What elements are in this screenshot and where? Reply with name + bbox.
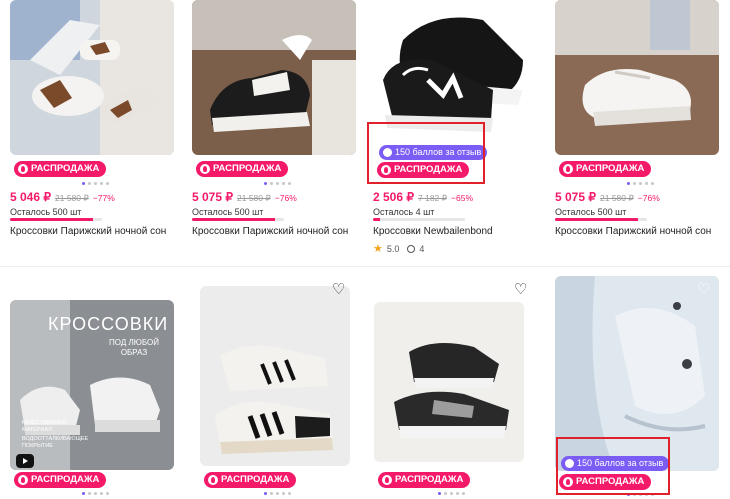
stock-bar [373, 218, 465, 221]
product-title[interactable]: Кроссовки Newbailenbond [373, 226, 493, 237]
rating-row: ★ 5.0 4 [373, 242, 424, 255]
fire-icon [18, 164, 28, 174]
sale-badge: РАСПРОДАЖА [204, 472, 297, 488]
heart-icon[interactable]: ♡ [514, 282, 527, 297]
rating-value: 5.0 [386, 243, 400, 254]
promo-feature-1: КАЧЕСТВЕННЫЙ МАТЕРИАЛ [22, 420, 68, 433]
old-price: 7 182 ₽ [418, 193, 448, 203]
price: 5 075 ₽ [192, 190, 233, 204]
fire-icon [563, 164, 573, 174]
heart-icon[interactable]: ♡ [697, 282, 710, 297]
old-price: 21 580 ₽ [237, 193, 271, 203]
highlight-box-2 [556, 437, 670, 495]
review-count: 4 [419, 243, 425, 254]
price: 2 506 ₽ [373, 190, 414, 204]
product-image-7[interactable] [374, 302, 524, 462]
fire-icon [208, 475, 218, 485]
product-title[interactable]: Кроссовки Парижский ночной сон [555, 226, 711, 237]
promo-feature-2: ВОДООТТАЛКИВАЮЩЕЕ ПОКРЫТИЕ [22, 436, 89, 449]
discount: −77% [92, 193, 115, 203]
sale-badge: РАСПРОДАЖА [378, 472, 471, 488]
sale-badge: РАСПРОДАЖА [14, 161, 107, 177]
heart-icon[interactable]: ♡ [332, 282, 345, 297]
price-row: 5 075 ₽ 21 580 ₽ −76% [192, 190, 297, 204]
discount: −76% [637, 193, 660, 203]
image-dots[interactable] [627, 182, 654, 185]
price: 5 075 ₽ [555, 190, 596, 204]
discount: −76% [274, 193, 297, 203]
highlight-box-1 [367, 122, 485, 184]
stock-text: Осталось 4 шт [373, 207, 435, 217]
image-dots[interactable] [82, 492, 109, 495]
discount: −65% [451, 193, 474, 203]
product-image-2[interactable] [192, 0, 356, 155]
product-image-6[interactable] [200, 286, 350, 466]
star-icon: ★ [373, 243, 383, 255]
stock-bar [10, 218, 102, 221]
sale-badge: РАСПРОДАЖА [196, 161, 289, 177]
fire-icon [200, 164, 210, 174]
price: 5 046 ₽ [10, 190, 51, 204]
sale-badge: РАСПРОДАЖА [14, 472, 107, 488]
stock-text: Осталось 500 шт [10, 207, 82, 217]
promo-subtitle: ПОД ЛЮБОЙ ОБРАЗ [109, 338, 159, 357]
product-image-5[interactable]: КРОССОВКИ ПОД ЛЮБОЙ ОБРАЗ КАЧЕСТВЕННЫЙ М… [10, 300, 174, 470]
product-title[interactable]: Кроссовки Парижский ночной сон [192, 226, 348, 237]
promo-title: КРОССОВКИ [48, 314, 169, 334]
price-row: 5 046 ₽ 21 580 ₽ −77% [10, 190, 115, 204]
image-dots[interactable] [264, 492, 291, 495]
stock-text: Осталось 500 шт [555, 207, 627, 217]
stock-text: Осталось 500 шт [192, 207, 264, 217]
play-icon[interactable] [16, 454, 34, 468]
product-title[interactable]: Кроссовки Парижский ночной сон [10, 226, 166, 237]
image-dots[interactable] [264, 182, 291, 185]
row-divider [0, 266, 730, 267]
price-row: 5 075 ₽ 21 580 ₽ −76% [555, 190, 660, 204]
product-image-4[interactable] [555, 0, 719, 155]
price-row: 2 506 ₽ 7 182 ₽ −65% [373, 190, 473, 204]
stock-bar [192, 218, 284, 221]
sale-badge: РАСПРОДАЖА [559, 161, 652, 177]
image-dots[interactable] [438, 492, 465, 495]
stock-bar [555, 218, 647, 221]
image-dots[interactable] [82, 182, 109, 185]
fire-icon [18, 475, 28, 485]
fire-icon [382, 475, 392, 485]
comment-icon [407, 244, 416, 253]
product-image-1[interactable] [10, 0, 174, 155]
old-price: 21 580 ₽ [55, 193, 89, 203]
old-price: 21 580 ₽ [600, 193, 634, 203]
